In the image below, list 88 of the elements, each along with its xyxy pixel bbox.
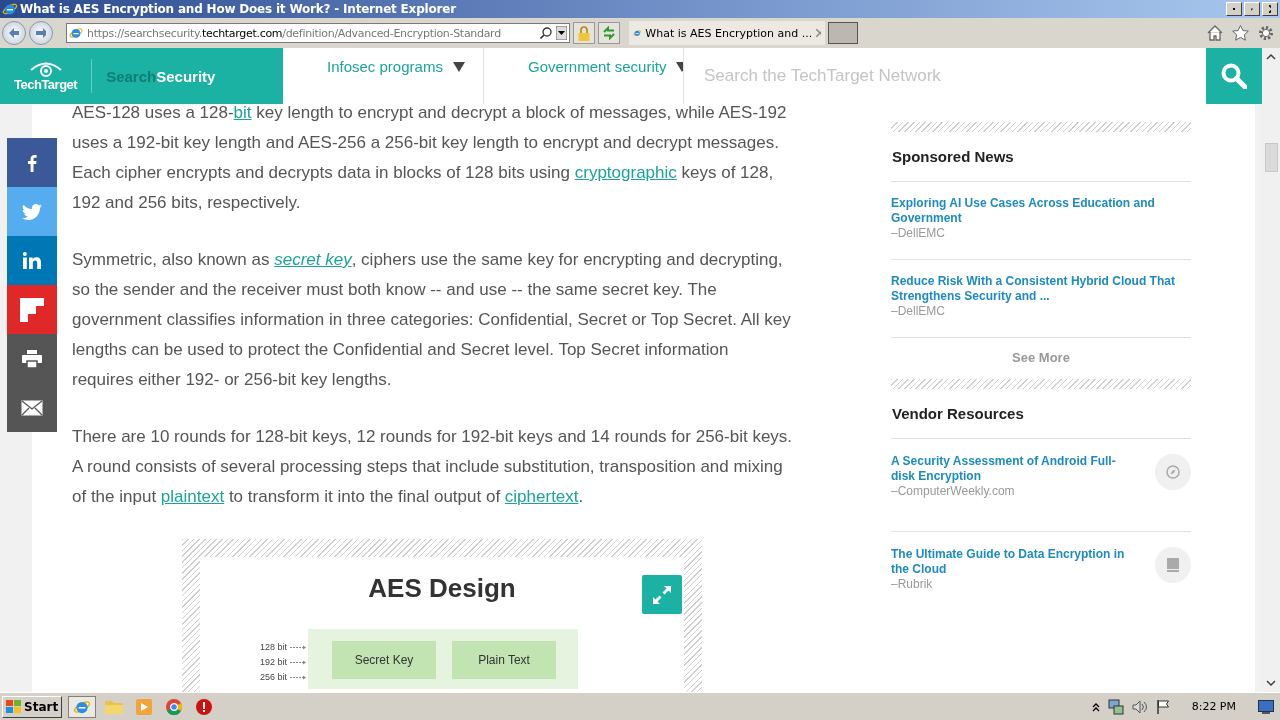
scroll-down-icon[interactable] [1266, 680, 1276, 686]
compass-icon [1166, 465, 1180, 479]
minimize-button[interactable] [1226, 2, 1242, 16]
play-icon [136, 698, 153, 715]
text-link[interactable]: plaintext [160, 487, 225, 506]
windows-logo-icon [6, 699, 22, 714]
linkedin-button[interactable] [7, 236, 57, 285]
diagram-box: Plain Text [452, 641, 557, 679]
show-desktop-icon[interactable] [1258, 699, 1274, 714]
news-link[interactable]: Exploring AI Use Cases Across Education and Government [891, 196, 1191, 226]
scroll-thumb[interactable] [1264, 143, 1278, 172]
search-field[interactable]: Search the TechTarget Network [683, 48, 1206, 104]
new-tab-button[interactable] [828, 22, 858, 44]
figure-title: AES Design [368, 573, 516, 603]
address-bar[interactable]: https://searchsecurity.techtarget.com/definition/Advanced-Encryption-Standard [66, 23, 570, 43]
section-heading: Vendor Resources [891, 389, 1191, 439]
back-arrow-icon [9, 28, 19, 38]
section-heading: Sponsored News [891, 132, 1191, 182]
resource-link[interactable]: The Ultimate Guide to Data Encryption in the Cloud [891, 547, 1145, 577]
text-link[interactable]: secret key [274, 250, 352, 269]
start-button[interactable]: Start [2, 695, 63, 718]
text-link[interactable]: ciphertext [504, 487, 579, 506]
diagram-box: Secret Key [332, 641, 437, 679]
printer-icon [22, 349, 42, 368]
nav-menu[interactable]: Infosec programs [283, 48, 483, 104]
news-link[interactable]: Reduce Risk With a Consistent Hybrid Cloud That Strengthens Security and ... [891, 274, 1191, 304]
resource-link[interactable]: A Security Assessment of Android Full-disk Encryption [891, 454, 1145, 484]
key-size-label: 256 bit [260, 671, 288, 684]
nav-menu[interactable]: Government security [483, 48, 683, 104]
dropdown-icon[interactable] [556, 26, 567, 40]
ie-icon [2, 1, 18, 17]
linkedin-icon [23, 252, 41, 269]
key-size-label: 192 bit [260, 656, 288, 669]
padlock-icon [578, 25, 590, 41]
chevron-icon[interactable] [1091, 701, 1100, 712]
url-text: https://searchsecurity.techtarget.com/definition/Advanced-Encryption-Standard [87, 26, 502, 40]
compatibility-button[interactable] [598, 22, 620, 44]
settings-icon[interactable] [1258, 25, 1274, 41]
taskbar-browser-button[interactable] [68, 695, 97, 718]
scroll-up-icon[interactable] [1266, 54, 1276, 60]
network-icon[interactable] [1107, 698, 1124, 715]
tab-title: What is AES Encryption and ... [645, 26, 813, 40]
text-link[interactable]: bit [233, 103, 252, 122]
bird-icon [22, 203, 42, 220]
news-source: –DellEMC [891, 226, 946, 241]
facebook-icon [27, 153, 37, 172]
forward-arrow-icon [36, 28, 46, 38]
speaker-icon[interactable] [1131, 699, 1148, 714]
see-more-link[interactable]: See More [891, 338, 1191, 379]
folder-icon [105, 699, 124, 714]
expand-button[interactable] [642, 575, 682, 614]
book-icon [1167, 558, 1179, 572]
print-button[interactable] [7, 334, 57, 383]
caret-icon [452, 62, 465, 72]
flipboard-button[interactable] [7, 285, 57, 334]
article-paragraph: Symmetric, also known as secret key, ciphers use the same key for encrypting and decrypting, so the sender and the receiver must both know -- and use -- the same secret key. The government classifies information in three categories: Confidential, Secret or Top Secret. All key lengths can be used to protect the Confidential and Secret level. Top Secret information requires either 192- or 256-bit key lengths. [72, 249, 792, 391]
news-source: –DellEMC [891, 304, 946, 319]
search-icon [540, 27, 552, 39]
window-title: What is AES Encryption and How Does it Work? - Internet Explorer [20, 2, 457, 16]
article-paragraph: There are 10 rounds for 128-bit keys, 12 rounds for 192-bit keys and 14 rounds for 256-bit keys. A round consists of several processing steps that include substitution, transposition and mixing of the input plaintext to transform it into the final output of ciphertext. [72, 426, 794, 508]
envelope-icon [21, 399, 43, 416]
warning-icon [196, 698, 213, 715]
close-button[interactable] [1262, 2, 1278, 16]
facebook-button[interactable] [7, 138, 57, 187]
browser-tab[interactable]: What is AES Encryption and ... [629, 21, 825, 45]
clock[interactable]: 8:22 PM [1191, 700, 1236, 713]
eye-icon [28, 60, 63, 77]
restore-button[interactable] [1244, 2, 1260, 16]
expand-icon [651, 583, 673, 606]
flipboard-icon [20, 297, 44, 322]
home-icon[interactable] [1207, 25, 1223, 41]
text-link[interactable]: cryptographic [574, 163, 677, 182]
forward-button[interactable] [29, 21, 53, 45]
page-icon [69, 26, 83, 40]
resource-source: –Rubrik [891, 577, 934, 592]
flag-icon[interactable] [1155, 699, 1170, 714]
search-icon [1221, 63, 1247, 89]
email-button[interactable] [7, 383, 57, 432]
arrow-icon [290, 660, 307, 665]
star-icon[interactable] [1232, 25, 1249, 41]
back-button[interactable] [2, 21, 26, 45]
arrow-icon [290, 645, 307, 650]
arrows-icon [602, 26, 616, 40]
arrow-icon [290, 675, 307, 680]
site-logo[interactable]: TechTarget [14, 60, 78, 92]
chrome-icon [166, 698, 183, 715]
key-size-label: 128 bit [260, 641, 288, 654]
resource-source: –ComputerWeekly.com [891, 484, 1016, 499]
